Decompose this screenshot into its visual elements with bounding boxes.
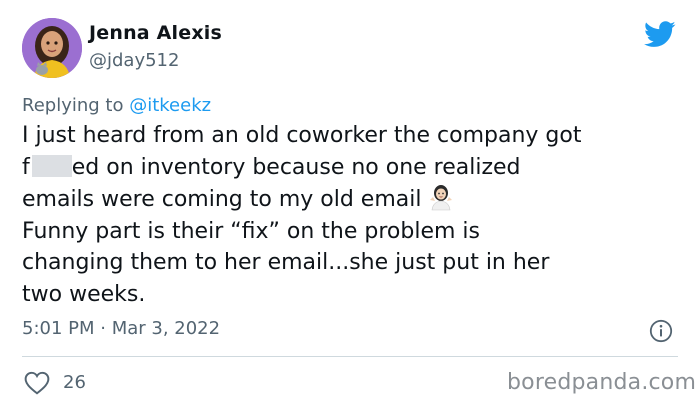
tweet-line-5: changing them to her email...she just pu…	[22, 250, 550, 275]
person-shrugging-emoji	[430, 185, 453, 211]
replying-to-label: Replying to	[22, 95, 130, 116]
author-name[interactable]: Jenna Alexis	[89, 22, 222, 44]
replying-to-user-link[interactable]: @itkeekz	[129, 95, 211, 116]
tweet-timestamp[interactable]: 5:01 PM · Mar 3, 2022	[22, 318, 220, 339]
tweet-line-6: two weeks.	[22, 281, 146, 307]
heart-icon[interactable]	[24, 371, 50, 395]
censor-block	[31, 154, 72, 177]
tweet-line-2-end: ed on inventory because no one realized	[71, 154, 521, 180]
watermark: boredpanda.com	[507, 370, 697, 395]
avatar-image	[22, 18, 82, 78]
replying-to: Replying to @itkeekz	[22, 95, 211, 116]
divider	[22, 356, 678, 357]
tweet-line-3: emails were coming to my old email	[22, 187, 422, 212]
avatar[interactable]	[22, 18, 82, 78]
tweet-line-2-start: f	[22, 154, 30, 180]
tweet-text: I just heard from an old coworker the co…	[22, 120, 692, 310]
like-count: 26	[63, 372, 86, 393]
tweet-line-4: Funny part is their “fix” on the problem…	[22, 218, 480, 244]
info-icon[interactable]	[649, 319, 673, 343]
author-handle[interactable]: @jday512	[89, 50, 179, 71]
tweet-line-1: I just heard from an old coworker the co…	[22, 123, 582, 148]
twitter-bird-icon[interactable]	[644, 21, 676, 48]
